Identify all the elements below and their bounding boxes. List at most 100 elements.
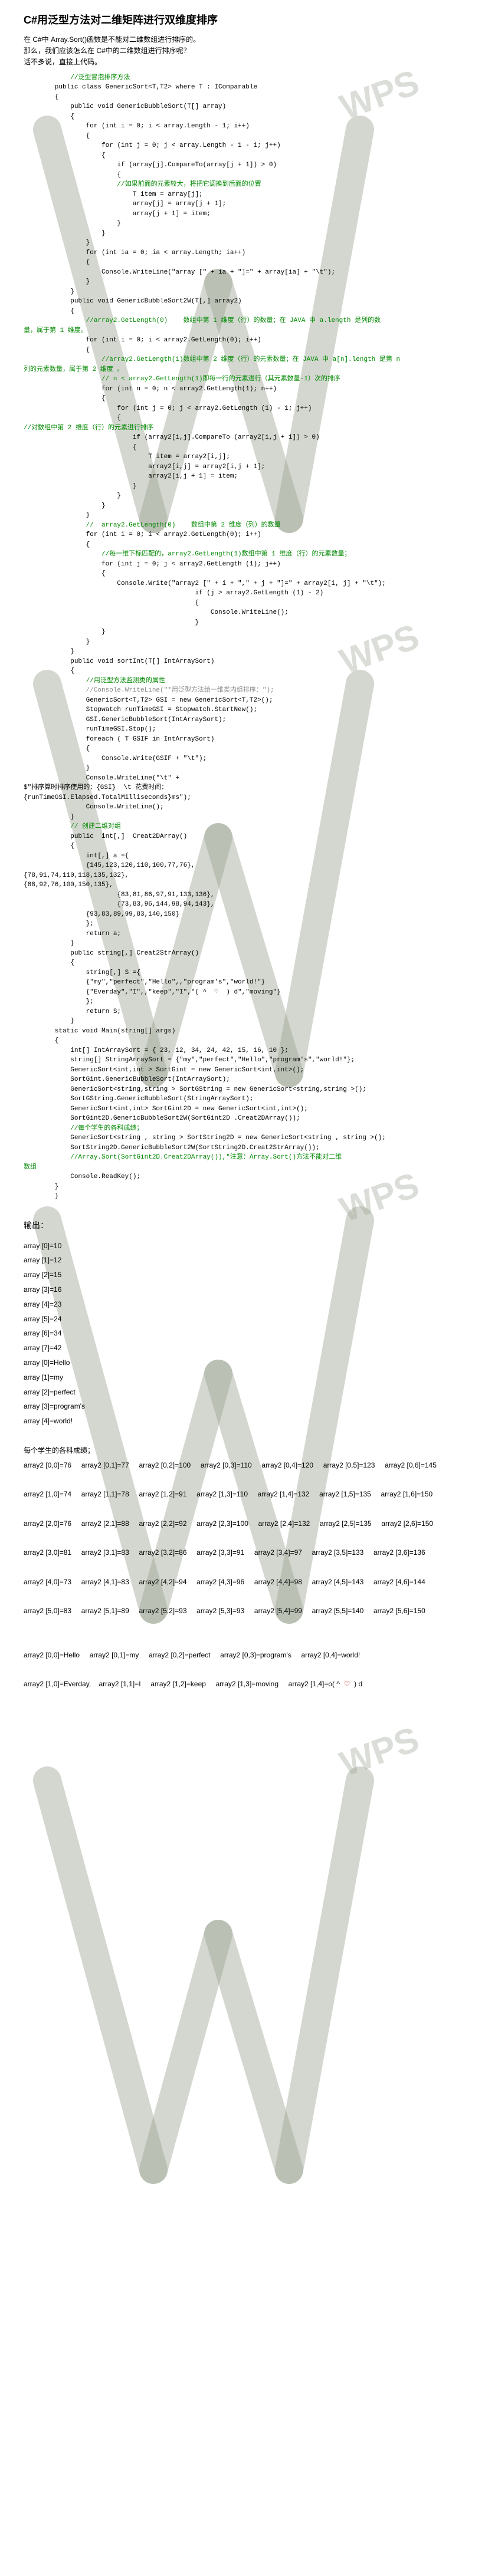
intro-block: 在 C#中 Array.Sort()函数是不能对二维数组进行排序的。那么，我们应… [24, 34, 461, 68]
output-line [24, 1561, 461, 1574]
code-line: 列的元素数量，属于第 2 维度 。 [24, 365, 461, 375]
code-line: Stopwatch runTimeGSI = Stopwatch.StartNe… [24, 705, 461, 715]
code-line: if (j > array2.GetLength (1) - 2) [24, 588, 461, 598]
code-line: { [24, 744, 461, 754]
code-line: { [24, 841, 461, 851]
output-line: array [0]=10 [24, 1239, 461, 1253]
code-line: } [24, 647, 461, 657]
code-line: {"Everday","I",,"keep","I","( ^ ♡ ) d","… [24, 988, 461, 998]
code-line: { [24, 307, 461, 317]
code-line: // 创建二维对组 [24, 822, 461, 832]
code-line: //array2.GetLength(1)数组中第 2 维度（行）的元素数量；在… [24, 355, 461, 365]
code-line: //每个学生的各科成绩； [24, 1124, 461, 1134]
code-line: { [24, 540, 461, 550]
code-line: {145,123,120,110,100,77,76}, [24, 861, 461, 871]
output-line: array [7]=42 [24, 1341, 461, 1355]
code-line: }; [24, 997, 461, 1007]
code-line: if (array[j].CompareTo(array[j + 1]) > 0… [24, 160, 461, 170]
code-line: if (array2[i,j].CompareTo (array2[i,j + … [24, 433, 461, 443]
code-line: //每一维下标匹配的，array2.GetLength(1)数组中第 1 维度（… [24, 550, 461, 560]
output-line: array [4]=world! [24, 1414, 461, 1428]
code-line: T item = array2[i,j]; [24, 452, 461, 462]
code-line: {83,81,86,97,91,133,136}, [24, 890, 461, 900]
output-line: array [0]=Hello [24, 1356, 461, 1370]
code-line: { [24, 131, 461, 142]
code-line: } [24, 511, 461, 521]
code-line: } [24, 637, 461, 647]
code-line: for (int j = 0; j < array2.GetLength (1)… [24, 560, 461, 570]
code-line: //如果前面的元素较大，将把它调换到后面的位置 [24, 180, 461, 190]
code-line: } [24, 482, 461, 492]
code-line: for (int j = 0; j < array.Length - 1 - i… [24, 141, 461, 151]
code-line: {93,83,89,99,83,140,150} [24, 910, 461, 920]
code-line: {"my","perfect","Hello",,"program's","wo… [24, 978, 461, 988]
code-line: { [24, 93, 461, 103]
code-line: array[j + 1] = item; [24, 209, 461, 219]
code-line: } [24, 1016, 461, 1027]
code-line: // array2.GetLength(0) 数组中第 2 维度（列）的数量 [24, 521, 461, 531]
output-line: array2 [5,0]=83 array2 [5,1]=89 array2 [… [24, 1604, 461, 1618]
output-line: array [3]=16 [24, 1283, 461, 1297]
output-line [24, 1532, 461, 1545]
code-line: } [24, 1192, 461, 1202]
code-line: //用泛型方法监测类的属性 [24, 676, 461, 686]
code-line: for (int i = 0; i < array.Length - 1; i+… [24, 121, 461, 131]
code-line: } [24, 277, 461, 287]
code-line: array2[i,j] = array2[i,j + 1]; [24, 462, 461, 472]
code-line: { [24, 346, 461, 356]
code-line: { [24, 112, 461, 122]
code-line: string[,] S ={ [24, 968, 461, 978]
code-line: public class GenericSort<T,T2> where T :… [24, 83, 461, 93]
output-line: array2 [4,0]=73 array2 [4,1]=83 array2 [… [24, 1575, 461, 1589]
output-line: array [6]=34 [24, 1327, 461, 1340]
intro-line: 在 C#中 Array.Sort()函数是不能对二维数组进行排序的。 [24, 34, 461, 45]
output-line [24, 1590, 461, 1604]
code-line: } [24, 287, 461, 297]
code-line: //Array.Sort(SortGint2D.Creat2DArray()),… [24, 1153, 461, 1163]
code-line: {runTimeGSI.Elapsed.TotalMilliseconds}ms… [24, 793, 461, 803]
output-line: array2 [3,0]=81 array2 [3,1]=83 array2 [… [24, 1546, 461, 1560]
code-line: GSI.GenericBubbleSort(IntArraySort); [24, 715, 461, 725]
code-line: { [24, 394, 461, 404]
code-line: for (int i = 0; i < array2.GetLength(0);… [24, 530, 461, 540]
output-line [24, 1473, 461, 1486]
code-line: int[,] a ={ [24, 851, 461, 861]
code-line: return a; [24, 929, 461, 939]
output-line: array2 [1,0]=74 array2 [1,1]=78 array2 [… [24, 1488, 461, 1501]
code-line: {73,83,96,144,98,94,143}, [24, 900, 461, 910]
code-line: GenericSort<string , string > SortString… [24, 1133, 461, 1143]
output-line [24, 1429, 461, 1443]
output-line: array2 [1,0]=Everday, array2 [1,1]=I arr… [24, 1677, 461, 1691]
code-line: string[] StringArraySort = {"my","perfec… [24, 1055, 461, 1065]
code-line: { [24, 413, 461, 423]
code-line: GenericSort<int,int> SortGint2D = new Ge… [24, 1104, 461, 1114]
code-line: //泛型冒泡排序方法 [24, 73, 461, 83]
code-line: 量，属于第 1 维度。 [24, 326, 461, 336]
code-line: } [24, 229, 461, 239]
code-line: SortGString.GenericBubbleSort(StringArra… [24, 1094, 461, 1104]
code-line: Console.Write(GSIF + "\t"); [24, 754, 461, 764]
code-line: 数组 [24, 1163, 461, 1173]
page-title: C#用泛型方法对二维矩阵进行双维度排序 [24, 12, 461, 27]
output-line [24, 1663, 461, 1677]
code-line: foreach ( T GSIF in IntArraySort) [24, 735, 461, 745]
code-line: } [24, 238, 461, 248]
code-line: { [24, 1036, 461, 1046]
code-line: //array2.GetLength(0) 数组中第 1 维度（行）的数量；在 … [24, 316, 461, 326]
code-line: { [24, 170, 461, 180]
code-line: array[j] = array[j + 1]; [24, 199, 461, 209]
code-line: array2[i,j + 1] = item; [24, 472, 461, 482]
code-line: } [24, 627, 461, 637]
output-line: array2 [0,0]=76 array2 [0,1]=77 array2 [… [24, 1459, 461, 1472]
output-line [24, 1502, 461, 1516]
code-line: int[] IntArraySort = { 23, 12, 34, 24, 4… [24, 1046, 461, 1056]
output-line: array [1]=12 [24, 1254, 461, 1267]
output-line: array [3]=program's [24, 1400, 461, 1413]
code-line: } [24, 812, 461, 823]
output-line: array [5]=24 [24, 1312, 461, 1326]
code-line: //对数组中第 2 维度（行）的元素进行排序 [24, 423, 461, 433]
code-line: SortGint2D.GenericBubbleSort2W(SortGint2… [24, 1114, 461, 1124]
code-line: SortGint.GenericBubbleSort(IntArraySort)… [24, 1075, 461, 1085]
code-line: public void GenericBubbleSort2W(T[,] arr… [24, 297, 461, 307]
intro-line: 那么，我们应该怎么在 C#中的二维数组进行排序呢？ [24, 45, 461, 57]
